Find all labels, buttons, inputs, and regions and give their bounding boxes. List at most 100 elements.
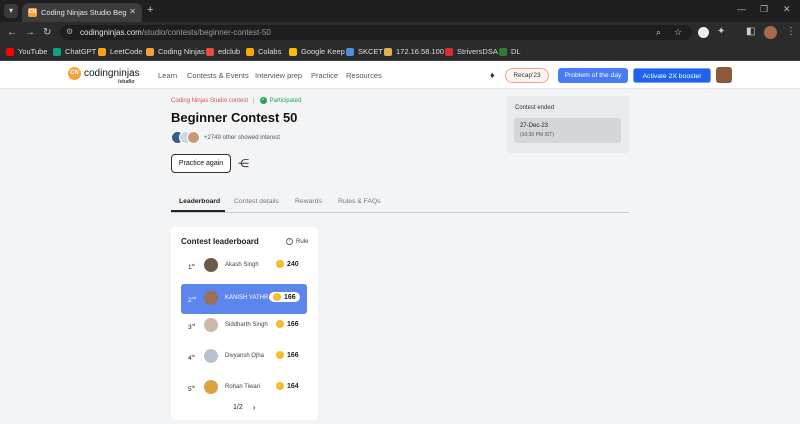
score: ⚡ 166	[269, 292, 300, 302]
logo-sub: /studio	[118, 79, 135, 85]
tab-contest-details[interactable]: Contest details	[234, 198, 279, 205]
coin-icon: ⚡	[276, 320, 284, 328]
score: ⚡ 166	[276, 351, 299, 359]
info-icon: i	[286, 238, 293, 245]
address-toolbar: ← → ↻ ⚙ codingninjas.com/studio/contests…	[0, 22, 800, 43]
user-name: KANISH YATHR...	[225, 295, 274, 301]
activate-booster-button[interactable]: Activate 2X booster	[633, 68, 711, 83]
table-row[interactable]: 4th Divyansh Ojha ⚡ 166	[181, 345, 307, 369]
coin-icon: ⚡	[273, 293, 281, 301]
bookmark-chatgpt[interactable]: ChatGPT	[53, 47, 96, 56]
leetcode-icon	[98, 47, 106, 56]
table-row-current-user[interactable]: 2nd KANISH YATHR... ⚡ 166	[181, 284, 307, 314]
logo-text: codingninjas	[84, 68, 140, 79]
browser-tab[interactable]: CN Coding Ninjas Studio Beginner ✕	[22, 3, 142, 22]
tab-search-icon[interactable]: ▾	[4, 4, 18, 18]
rank: 5th	[188, 384, 195, 394]
extensions-icon[interactable]: ✦	[717, 26, 725, 37]
user-name: Akash Singh	[225, 262, 259, 268]
nav-interview-prep[interactable]: Interview prep	[255, 71, 302, 80]
avatar	[204, 258, 218, 272]
bookmark-coding-ninjas[interactable]: Coding Ninjas	[146, 47, 205, 56]
youtube-icon	[6, 47, 14, 56]
bookmark-dl[interactable]: DL	[499, 47, 521, 56]
reload-icon[interactable]: ↻	[43, 27, 51, 38]
nav-practice[interactable]: Practice	[311, 71, 338, 80]
contest-ended-time-box: 27-Dec-23 (10:30 PM IST)	[514, 118, 621, 143]
table-row[interactable]: 5th Rohan Tiwari ⚡ 164	[181, 376, 307, 400]
rule-label: Rule	[296, 238, 309, 245]
breadcrumb-brand[interactable]: Coding Ninjas Studio contest	[171, 98, 248, 104]
site-header: CN codingninjas /studio Learn Contests &…	[0, 61, 800, 89]
recap-button[interactable]: Recap'23	[505, 68, 549, 83]
coin-icon: ⚡	[276, 382, 284, 390]
bookmark-google-keep[interactable]: Google Keep	[289, 47, 345, 56]
streak-fire-icon[interactable]: ♦	[490, 70, 495, 80]
close-tab-icon[interactable]: ✕	[129, 7, 136, 16]
avatar	[204, 318, 218, 332]
nav-learn[interactable]: Learn	[158, 71, 177, 80]
user-avatar[interactable]	[716, 67, 732, 83]
leaderboard-card: Contest leaderboard i Rule 1st Akash Sin…	[171, 227, 318, 420]
url-text: codingninjas.com/studio/contests/beginne…	[80, 28, 271, 37]
tab-rules-faqs[interactable]: Rules & FAQs	[338, 198, 381, 205]
zoom-search-icon[interactable]: ⌕	[656, 27, 661, 38]
contest-ended-card: Contest ended 27-Dec-23 (10:30 PM IST)	[507, 96, 629, 153]
strivers-icon	[445, 47, 453, 56]
bookmark-ip[interactable]: 172.16.58.100	[384, 47, 444, 56]
bookmark-strivers[interactable]: StriversDSA	[445, 47, 498, 56]
side-panel-icon[interactable]: ◧	[746, 26, 755, 37]
bookmark-colabs[interactable]: Colabs	[246, 47, 281, 56]
bookmark-leetcode[interactable]: LeetCode	[98, 47, 143, 56]
coin-icon: ⚡	[276, 351, 284, 359]
avatar	[204, 349, 218, 363]
contest-tabs: Leaderboard Contest details Rewards Rule…	[171, 193, 629, 213]
contest-ended-label: Contest ended	[515, 105, 555, 111]
bookmark-skcet[interactable]: SKCET	[346, 47, 383, 56]
table-row[interactable]: 3rd Siddharth Singh ⚡ 166	[181, 314, 307, 338]
table-row[interactable]: 1st Akash Singh ⚡ 240	[181, 254, 307, 278]
maximize-icon[interactable]: ❐	[760, 4, 768, 15]
site-info-icon[interactable]: ⚙	[66, 27, 73, 36]
close-window-icon[interactable]: ✕	[783, 4, 791, 15]
bookmarks-bar: YouTube ChatGPT LeetCode Coding Ninjas e…	[0, 43, 800, 61]
bookmark-star-icon[interactable]: ☆	[674, 27, 682, 38]
coin-icon: ⚡	[276, 260, 284, 268]
profile-circle-icon[interactable]	[698, 27, 709, 38]
forward-icon[interactable]: →	[25, 27, 35, 38]
nav-resources[interactable]: Resources	[346, 71, 382, 80]
bookmark-youtube[interactable]: YouTube	[6, 47, 47, 56]
chatgpt-icon	[53, 47, 61, 56]
interest-count: +2749 other showed interest	[204, 134, 280, 141]
edclub-icon	[206, 47, 214, 56]
logo-mark-icon: CN	[68, 67, 81, 80]
dl-icon	[499, 47, 507, 56]
back-icon[interactable]: ←	[7, 27, 17, 38]
avatar	[187, 131, 200, 144]
url-bar[interactable]: ⚙ codingninjas.com/studio/contests/begin…	[60, 25, 692, 40]
coding-ninjas-icon	[146, 47, 154, 56]
practice-again-button[interactable]: Practice again	[171, 154, 231, 173]
check-icon: ✓	[259, 97, 267, 104]
bookmark-edclub[interactable]: edclub	[206, 47, 240, 56]
more-menu-icon[interactable]: ⋮	[786, 26, 796, 37]
problem-of-the-day-button[interactable]: Problem of the day	[558, 68, 628, 83]
rank: 4th	[188, 353, 195, 363]
score: ⚡ 164	[276, 382, 299, 390]
tab-leaderboard[interactable]: Leaderboard	[179, 198, 220, 205]
participated-status: Participated	[269, 97, 302, 104]
active-tab-indicator	[171, 210, 225, 212]
rule-link[interactable]: i Rule	[286, 238, 308, 245]
breadcrumb-separator: |	[253, 97, 255, 104]
tab-title: Coding Ninjas Studio Beginner	[41, 8, 127, 17]
nav-contests-events[interactable]: Contests & Events	[187, 71, 249, 80]
new-tab-icon[interactable]: +	[147, 4, 153, 16]
coding-ninjas-favicon-icon: CN	[28, 8, 37, 17]
browser-profile-avatar[interactable]	[764, 26, 777, 39]
minimize-icon[interactable]: —	[737, 4, 746, 14]
share-icon[interactable]: ⋲	[238, 157, 249, 170]
rank: 3rd	[188, 322, 196, 332]
chevron-right-icon[interactable]: ›	[253, 403, 256, 412]
tab-rewards[interactable]: Rewards	[295, 198, 322, 205]
score: ⚡ 240	[276, 260, 299, 268]
